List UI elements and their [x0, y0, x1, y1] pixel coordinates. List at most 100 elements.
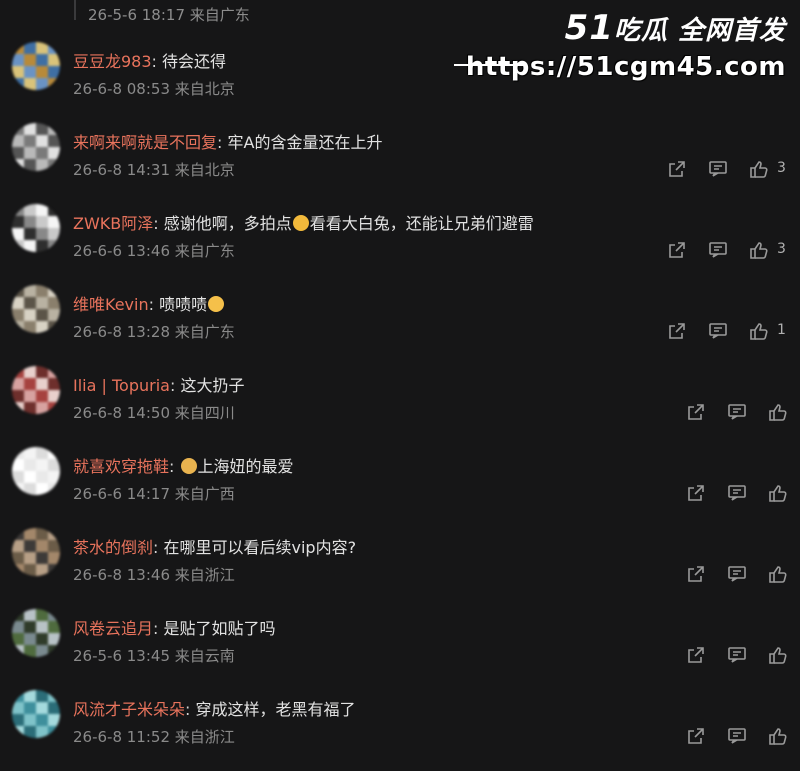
like-button[interactable] — [768, 564, 788, 584]
share-icon — [686, 564, 706, 584]
username-link[interactable]: 风卷云追月 — [73, 619, 153, 638]
username-link[interactable]: 维唯Kevin — [73, 295, 149, 314]
username-link[interactable]: 豆豆龙983 — [73, 52, 152, 71]
avatar[interactable] — [12, 690, 60, 738]
share-icon — [686, 402, 706, 422]
comment-item: 就喜欢穿拖鞋: 上海妞的最爱 26-6-6 14:17 来自广西 — [0, 447, 800, 528]
comment-item: 风流才子米朵朵: 穿成这样，老黑有福了 26-6-8 11:52 来自浙江 — [0, 690, 800, 771]
share-icon — [686, 645, 706, 665]
username-link[interactable]: 就喜欢穿拖鞋 — [73, 457, 169, 476]
avatar[interactable] — [12, 204, 60, 252]
colon-separator: : — [217, 133, 228, 152]
comment-text: 穿成这样，老黑有福了 — [195, 700, 356, 719]
comment-actions — [686, 726, 788, 748]
comment-icon — [727, 483, 747, 503]
watermark-brand-text: 吃瓜 全网首发 — [613, 16, 786, 46]
like-button[interactable] — [768, 402, 788, 422]
comment-text: 看看大白兔，还能让兄弟们避雷 — [309, 214, 534, 233]
watermark-brand-number: 51 — [564, 8, 614, 48]
comment-body: 风流才子米朵朵: 穿成这样，老黑有福了 — [73, 696, 356, 720]
comment-meta: 26-6-6 13:46 来自广东 — [73, 242, 235, 260]
reply-button[interactable] — [708, 159, 728, 179]
colon-separator: : — [153, 214, 164, 233]
comment-icon — [727, 726, 747, 746]
comment-item: ZWKB阿泽: 感谢他啊，多拍点 看看大白兔，还能让兄弟们避雷 26-6-6 13:… — [0, 204, 800, 285]
colon-separator: : — [153, 538, 164, 557]
emoji-icon — [180, 458, 197, 474]
comment-actions — [686, 564, 788, 586]
share-button[interactable] — [667, 240, 687, 260]
share-button[interactable] — [686, 645, 706, 665]
reply-button[interactable] — [727, 564, 747, 584]
avatar[interactable] — [12, 42, 60, 90]
share-button[interactable] — [686, 483, 706, 503]
like-icon — [768, 564, 788, 584]
comment-actions: 3 — [667, 159, 792, 181]
comment-body: ZWKB阿泽: 感谢他啊，多拍点 看看大白兔，还能让兄弟们避雷 — [73, 210, 534, 234]
colon-separator: : — [169, 376, 181, 395]
like-button[interactable] — [768, 483, 788, 503]
reply-button[interactable] — [708, 321, 728, 341]
username-link[interactable]: 茶水的倒刹 — [73, 538, 153, 557]
thread-line — [74, 0, 76, 20]
avatar[interactable] — [12, 528, 60, 576]
avatar[interactable] — [12, 285, 60, 333]
comment-icon — [708, 159, 728, 179]
comment-meta: 26-6-8 14:31 来自北京 — [73, 161, 235, 179]
share-icon — [667, 321, 687, 341]
comment-actions — [686, 402, 788, 424]
share-button[interactable] — [667, 321, 687, 341]
like-button[interactable] — [749, 240, 769, 260]
reply-button[interactable] — [727, 726, 747, 746]
like-count: 3 — [777, 160, 786, 176]
colon-separator: : — [185, 700, 196, 719]
like-button[interactable] — [749, 321, 769, 341]
comment-meta: 26-6-8 11:52 来自浙江 — [73, 728, 235, 746]
colon-separator: : — [151, 52, 163, 71]
like-button[interactable] — [749, 159, 769, 179]
like-icon — [749, 240, 769, 260]
comment-text: 感谢他啊，多拍点 — [163, 214, 292, 233]
reply-button[interactable] — [708, 240, 728, 260]
comment-meta: 26-6-6 14:17 来自广西 — [73, 485, 235, 503]
avatar[interactable] — [12, 366, 60, 414]
comment-body: Ilia | Topuria: 这大扔子 — [73, 372, 244, 396]
comment-body: 来啊来啊就是不回复: 牢A的含金量还在上升 — [73, 129, 382, 153]
comment-body: 风卷云追月: 是贴了如贴了吗 — [73, 615, 276, 639]
share-button[interactable] — [667, 159, 687, 179]
comment-icon — [727, 564, 747, 584]
like-icon — [749, 159, 769, 179]
reply-button[interactable] — [727, 645, 747, 665]
emoji-icon — [292, 215, 309, 231]
username-link[interactable]: 风流才子米朵朵 — [73, 700, 185, 719]
comment-body: 豆豆龙983: 待会还得 — [73, 48, 226, 72]
like-count: 1 — [777, 322, 786, 338]
share-button[interactable] — [686, 564, 706, 584]
like-button[interactable] — [768, 645, 788, 665]
comment-meta: 26-5-6 13:45 来自云南 — [73, 647, 235, 665]
reply-button[interactable] — [727, 402, 747, 422]
comment-text: 牢A的含金量还在上升 — [227, 133, 383, 152]
username-link[interactable]: ZWKB阿泽 — [73, 214, 153, 233]
comment-icon — [727, 402, 747, 422]
reply-button[interactable] — [727, 483, 747, 503]
comment-text: 上海妞的最爱 — [197, 457, 294, 476]
comment-text: 啧啧啧 — [159, 295, 208, 314]
share-button[interactable] — [686, 726, 706, 746]
comment-meta: 26-6-8 13:46 来自浙江 — [73, 566, 235, 584]
avatar[interactable] — [12, 447, 60, 495]
like-icon — [768, 483, 788, 503]
like-button[interactable] — [768, 726, 788, 746]
avatar[interactable] — [12, 123, 60, 171]
share-icon — [667, 159, 687, 179]
comment-text: 是贴了如贴了吗 — [163, 619, 276, 638]
comment-actions: 1 — [667, 321, 792, 343]
comment-item: Ilia | Topuria: 这大扔子 26-6-8 14:50 来自四川 — [0, 366, 800, 447]
emoji-icon — [208, 296, 225, 312]
username-link[interactable]: 来啊来啊就是不回复 — [73, 133, 217, 152]
avatar[interactable] — [12, 609, 60, 657]
share-button[interactable] — [686, 402, 706, 422]
username-link[interactable]: Ilia | Topuria — [73, 376, 170, 395]
watermark-line — [453, 64, 524, 66]
like-icon — [768, 726, 788, 746]
